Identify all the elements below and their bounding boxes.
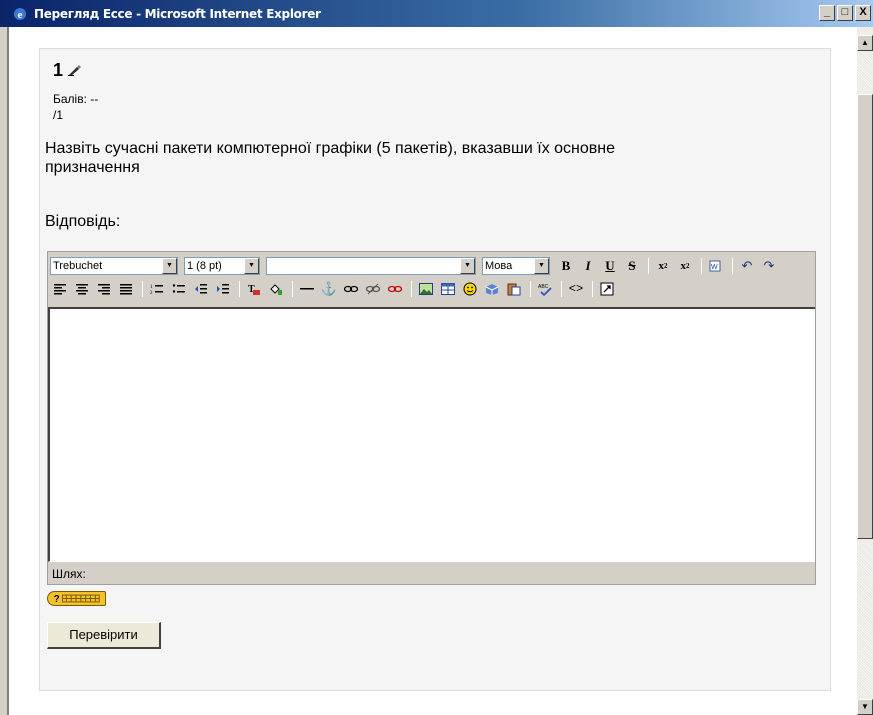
paste-icon[interactable] [504, 279, 524, 299]
font-family-select[interactable]: Trebuchet ▼ [50, 257, 178, 275]
grade-max: /1 [53, 108, 64, 122]
undo-icon[interactable]: ↶ [737, 256, 757, 276]
html-source-icon[interactable]: <> [566, 279, 586, 299]
bg-color-icon[interactable] [266, 279, 286, 299]
ordered-list-icon[interactable]: 12 [147, 279, 167, 299]
text-color-icon[interactable]: T [244, 279, 264, 299]
chevron-down-icon: ▼ [244, 258, 259, 274]
question-number: 1 [53, 60, 64, 80]
smiley-icon[interactable] [460, 279, 480, 299]
toolbar-separator [142, 281, 143, 297]
close-button[interactable]: X [855, 5, 871, 21]
grade-label: Балів: -- [53, 92, 99, 106]
language-value: Мова [485, 260, 513, 272]
chevron-down-icon: ▼ [460, 258, 475, 274]
ie-icon: e [10, 4, 30, 24]
font-family-value: Trebuchet [53, 260, 103, 272]
editor-toolbar-row-2: 12 T ⚓ ABC <> [50, 279, 619, 299]
toolbar-separator [732, 258, 733, 274]
scroll-up-button[interactable]: ▲ [857, 35, 873, 51]
chevron-down-icon: ▼ [162, 258, 177, 274]
help-keyboard-icon[interactable]: ? [47, 591, 106, 606]
strike-icon[interactable]: S [622, 256, 642, 276]
subscript-icon[interactable]: x2 [653, 256, 673, 276]
align-center-icon[interactable] [72, 279, 92, 299]
language-select[interactable]: Мова ▼ [482, 257, 550, 275]
spellcheck-icon[interactable]: ABC [535, 279, 555, 299]
scroll-thumb[interactable] [857, 94, 873, 539]
table-icon[interactable] [438, 279, 458, 299]
svg-text:?: ? [54, 594, 60, 605]
outdent-icon[interactable] [191, 279, 211, 299]
anchor-icon[interactable]: ⚓ [319, 279, 339, 299]
chevron-down-icon: ▼ [534, 258, 549, 274]
svg-text:e: e [18, 9, 23, 21]
svg-text:2: 2 [150, 291, 153, 295]
toolbar-separator [239, 281, 240, 297]
window-title: Перегляд Ессе - Microsoft Internet Explo… [34, 6, 321, 21]
html-editor: Trebuchet ▼ 1 (8 pt) ▼ ▼ Мова ▼ B I U S x2 … [47, 251, 816, 585]
edit-icon[interactable] [68, 63, 82, 81]
bold-icon[interactable]: B [556, 256, 576, 276]
toolbar-separator [292, 281, 293, 297]
superscript-icon[interactable]: x2 [675, 256, 695, 276]
toolbar-separator [561, 281, 562, 297]
editor-toolbar-row-1: Trebuchet ▼ 1 (8 pt) ▼ ▼ Мова ▼ B I U S x2 … [50, 256, 781, 276]
unlink-icon[interactable] [363, 279, 383, 299]
vertical-scrollbar[interactable]: ▲ ▼ [857, 27, 873, 715]
justify-icon[interactable] [116, 279, 136, 299]
question-text: Назвіть сучасні пакети компютерної графі… [45, 140, 616, 176]
svg-text:ABC: ABC [538, 284, 549, 290]
underline-icon[interactable]: U [600, 256, 620, 276]
special-char-icon[interactable] [482, 279, 502, 299]
check-button[interactable]: Перевірити [47, 622, 161, 649]
editor-text-area[interactable] [48, 307, 815, 562]
italic-icon[interactable]: I [578, 256, 598, 276]
svg-text:1: 1 [150, 285, 153, 290]
image-icon[interactable] [416, 279, 436, 299]
redo-icon[interactable]: ↷ [759, 256, 779, 276]
toolbar-separator [701, 258, 702, 274]
align-left-icon[interactable] [50, 279, 70, 299]
toolbar-separator [592, 281, 593, 297]
style-select[interactable]: ▼ [266, 257, 476, 275]
align-right-icon[interactable] [94, 279, 114, 299]
fullscreen-icon[interactable] [597, 279, 617, 299]
unordered-list-icon[interactable] [169, 279, 189, 299]
editor-path-bar: Шлях: [48, 565, 815, 584]
svg-text:W: W [711, 264, 718, 271]
maximize-button[interactable]: □ [837, 5, 853, 21]
toolbar-separator [411, 281, 412, 297]
link-icon[interactable] [341, 279, 361, 299]
hr-icon[interactable] [297, 279, 317, 299]
indent-icon[interactable] [213, 279, 233, 299]
answer-label: Відповідь: [45, 213, 121, 230]
toolbar-separator [648, 258, 649, 274]
clean-word-icon[interactable]: W [706, 256, 726, 276]
font-size-value: 1 (8 pt) [187, 260, 222, 272]
scroll-down-button[interactable]: ▼ [857, 699, 873, 715]
nolink-icon[interactable] [385, 279, 405, 299]
window-titlebar: e Перегляд Ессе - Microsoft Internet Exp… [0, 0, 873, 27]
minimize-button[interactable]: _ [819, 5, 835, 21]
font-size-select[interactable]: 1 (8 pt) ▼ [184, 257, 260, 275]
toolbar-separator [530, 281, 531, 297]
